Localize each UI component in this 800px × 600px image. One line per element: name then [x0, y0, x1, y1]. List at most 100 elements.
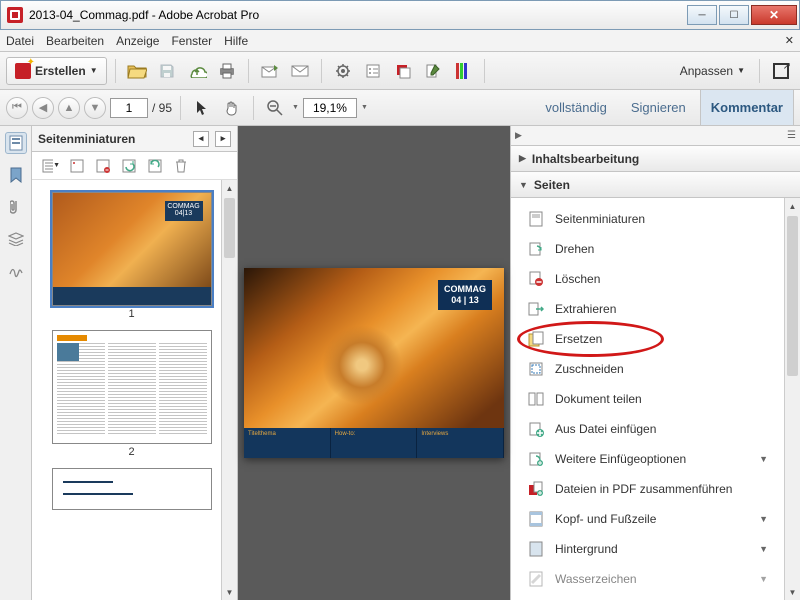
attachments-tab[interactable] [5, 196, 27, 218]
navigation-sidebar [0, 126, 32, 600]
layers-tab[interactable] [5, 228, 27, 250]
gear-icon[interactable] [330, 58, 356, 84]
background-icon [527, 540, 545, 558]
crop-icon [527, 360, 545, 378]
tab-complete[interactable]: vollständig [535, 90, 616, 125]
page-number-input[interactable] [110, 98, 148, 118]
tool-watermark[interactable]: Wasserzeichen▼ [511, 564, 784, 594]
replace-icon [527, 330, 545, 348]
chevron-down-icon[interactable]: ▼ [361, 104, 368, 111]
tools-scrollbar[interactable]: ▲▼ [784, 198, 800, 600]
document-page: COMMAG04 | 13 TitelthemaHow-to:Interview… [244, 268, 504, 458]
thumbnails-scrollbar[interactable]: ▲▼ [221, 180, 237, 600]
open-icon[interactable] [124, 58, 150, 84]
customize-label: Anpassen [680, 64, 733, 78]
edit-text-icon[interactable] [420, 58, 446, 84]
multimedia-icon[interactable] [390, 58, 416, 84]
document-view[interactable]: COMMAG04 | 13 TitelthemaHow-to:Interview… [238, 126, 510, 600]
thumbs-rotate-ccw-icon[interactable] [120, 157, 138, 175]
tab-comment[interactable]: Kommentar [700, 90, 794, 125]
thumbnails-list[interactable]: COMMAG04|13 1 2 [32, 180, 221, 600]
tool-split[interactable]: Dokument teilen [511, 384, 784, 414]
customize-button[interactable]: Anpassen ▼ [674, 58, 751, 84]
delete-icon [527, 270, 545, 288]
thumbnail-image [53, 469, 211, 509]
thumbs-print-icon[interactable] [68, 157, 86, 175]
page-up-button[interactable]: ▲ [58, 97, 80, 119]
tool-insert-from-file[interactable]: Aus Datei einfügen [511, 414, 784, 444]
split-icon [527, 390, 545, 408]
first-page-button[interactable]: ⏮ [6, 97, 28, 119]
thumbs-trash-icon[interactable] [172, 157, 190, 175]
header-footer-icon [527, 510, 545, 528]
panel-collapse-icon[interactable]: ▶ [515, 130, 522, 141]
thumbnails-toolbar: ▼ [32, 152, 237, 180]
section-content-editing[interactable]: ▶ Inhaltsbearbeitung [511, 146, 800, 172]
thumbnail-image [53, 331, 211, 443]
tab-sign[interactable]: Signieren [621, 90, 696, 125]
extract-icon [527, 300, 545, 318]
thumbnail-number: 2 [42, 446, 221, 458]
forms-icon[interactable] [360, 58, 386, 84]
prev-page-button[interactable]: ◀ [32, 97, 54, 119]
color-icon[interactable] [450, 58, 476, 84]
menu-file[interactable]: Datei [6, 34, 34, 48]
panel-prev-button[interactable]: ◂ [193, 131, 209, 147]
page-thumbnails-tab[interactable] [5, 132, 27, 154]
rotate-icon [527, 240, 545, 258]
menu-help[interactable]: Hilfe [224, 34, 248, 48]
thumbnail-page-2[interactable] [52, 330, 212, 444]
tool-more-insert[interactable]: Weitere Einfügeoptionen▼ [511, 444, 784, 474]
chevron-down-icon[interactable]: ▼ [292, 104, 299, 111]
panel-next-button[interactable]: ▸ [215, 131, 231, 147]
page-down-button[interactable]: ▼ [84, 97, 106, 119]
create-button[interactable]: Erstellen ▼ [6, 57, 107, 85]
nav-toolbar: ⏮ ◀ ▲ ▼ / 95 ▼ ▼ vollständig Signieren K… [0, 90, 800, 126]
zoom-input[interactable] [303, 98, 357, 118]
tools-panel: ▶ ☰ ▶ Inhaltsbearbeitung ▼ Seiten Seitenm… [510, 126, 800, 600]
zoom-out-icon[interactable] [262, 95, 288, 121]
hand-tool-icon[interactable] [219, 95, 245, 121]
email-icon[interactable] [287, 58, 313, 84]
tool-header-footer[interactable]: Kopf- und Fußzeile▼ [511, 504, 784, 534]
menu-close-icon[interactable]: ✕ [785, 34, 794, 47]
tool-crop[interactable]: Zuschneiden [511, 354, 784, 384]
expand-icon: ▶ [519, 153, 526, 164]
page-total-label: / 95 [152, 101, 172, 115]
cloud-icon[interactable] [184, 58, 210, 84]
menu-edit[interactable]: Bearbeiten [46, 34, 104, 48]
section-label: Inhaltsbearbeitung [532, 152, 639, 166]
thumbs-rotate-cw-icon[interactable] [146, 157, 164, 175]
signatures-tab[interactable] [5, 260, 27, 282]
maximize-button[interactable]: ☐ [719, 5, 749, 25]
minimize-button[interactable]: ─ [687, 5, 717, 25]
thumbnail-page-1[interactable]: COMMAG04|13 [52, 192, 212, 306]
thumbnail-number: 1 [42, 308, 221, 320]
tool-replace[interactable]: Ersetzen [511, 324, 784, 354]
tool-combine[interactable]: Dateien in PDF zusammenführen [511, 474, 784, 504]
cover-badge: COMMAG04 | 13 [438, 280, 492, 310]
close-button[interactable]: ✕ [751, 5, 797, 25]
select-tool-icon[interactable] [189, 95, 215, 121]
bookmarks-tab[interactable] [5, 164, 27, 186]
create-pdf-icon [15, 63, 31, 79]
section-pages[interactable]: ▼ Seiten [511, 172, 800, 198]
menu-view[interactable]: Anzeige [116, 34, 159, 48]
tool-delete[interactable]: Löschen [511, 264, 784, 294]
thumbs-options-icon[interactable]: ▼ [42, 157, 60, 175]
menu-window[interactable]: Fenster [171, 34, 212, 48]
print-icon[interactable] [214, 58, 240, 84]
thumbs-delete-icon[interactable] [94, 157, 112, 175]
tool-extract[interactable]: Extrahieren [511, 294, 784, 324]
tool-rotate[interactable]: Drehen [511, 234, 784, 264]
share-icon[interactable] [257, 58, 283, 84]
tool-page-thumbnails[interactable]: Seitenminiaturen [511, 204, 784, 234]
tool-background[interactable]: Hintergrund▼ [511, 534, 784, 564]
section-label: Seiten [534, 178, 570, 192]
fullscreen-button[interactable] [768, 58, 794, 84]
app-icon [7, 7, 23, 23]
menu-bar: Datei Bearbeiten Anzeige Fenster Hilfe ✕ [0, 30, 800, 52]
thumbnail-page-3[interactable] [52, 468, 212, 510]
save-icon[interactable] [154, 58, 180, 84]
panel-menu-icon[interactable]: ☰ [787, 130, 796, 141]
